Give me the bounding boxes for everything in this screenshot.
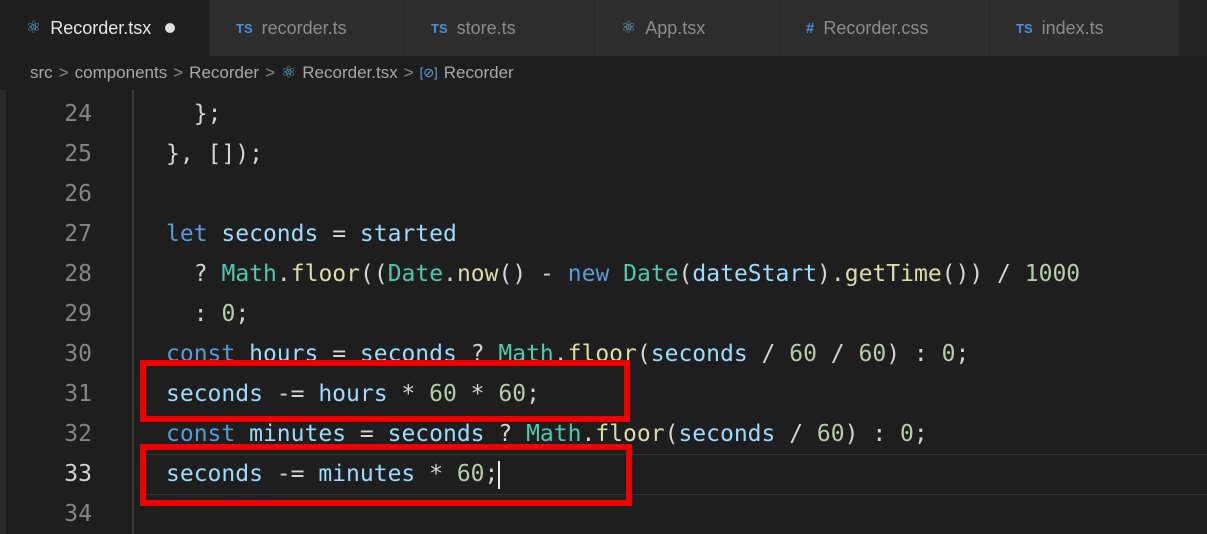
code-line[interactable]: 29 : 0; [0, 294, 1207, 334]
code-line[interactable]: 26 [0, 174, 1207, 214]
tab-app-tsx[interactable]: ⚛ App.tsx [595, 0, 780, 56]
tab-label: Recorder.tsx [50, 17, 152, 38]
react-icon: ⚛ [621, 18, 637, 37]
code-text: : 0; [193, 301, 250, 327]
css-icon: # [806, 19, 815, 37]
unsaved-dot-icon[interactable] [165, 23, 176, 33]
code-text: }, []); [166, 141, 263, 167]
breadcrumb-separator: > [403, 63, 414, 82]
line-number: 32 [64, 421, 92, 447]
react-icon: ⚛ [26, 18, 42, 37]
breadcrumb-components[interactable]: components [75, 63, 168, 83]
tab-recorder-tsx[interactable]: ⚛ Recorder.tsx [0, 0, 210, 56]
breadcrumb-separator: > [265, 63, 276, 82]
tab-recorder-ts[interactable]: TS recorder.ts [210, 0, 405, 56]
typescript-icon: TS [236, 20, 253, 36]
highlight-box-2 [140, 444, 632, 506]
code-text: let seconds = started [166, 221, 457, 247]
code-text: }; [193, 101, 222, 127]
editor-tab-bar: ⚛ Recorder.tsx TS recorder.ts TS store.ts ⚛ App… [0, 0, 1207, 56]
code-line[interactable]: 28 ? Math.floor((Date.now() - new Date(da… [0, 254, 1207, 294]
line-number: 25 [64, 141, 92, 167]
tab-label: index.ts [1041, 17, 1104, 38]
tab-label: store.ts [456, 17, 516, 38]
typescript-icon: TS [1016, 20, 1033, 36]
tab-store-ts[interactable]: TS store.ts [405, 0, 595, 56]
line-number: 31 [64, 381, 92, 407]
tab-label: recorder.ts [261, 17, 347, 38]
breadcrumb-src[interactable]: src [30, 63, 53, 83]
breadcrumb-separator: > [58, 63, 69, 82]
line-number: 33 [64, 461, 92, 487]
breadcrumb-file[interactable]: Recorder.tsx [302, 63, 397, 83]
tab-label: Recorder.css [823, 17, 929, 38]
breadcrumb-recorder-folder[interactable]: Recorder [189, 63, 259, 83]
breadcrumb-symbol[interactable]: Recorder [444, 63, 514, 83]
code-line[interactable]: 24}; [0, 94, 1207, 134]
code-text: ? Math.floor((Date.now() - new Date(date… [193, 261, 1081, 287]
react-icon: ⚛ [281, 63, 297, 82]
line-number: 28 [64, 261, 92, 287]
line-number: 27 [64, 221, 92, 247]
breadcrumb-separator: > [173, 63, 184, 82]
code-line[interactable]: 27 let seconds = started [0, 214, 1207, 254]
tab-label: App.tsx [645, 17, 706, 38]
line-number: 26 [64, 181, 92, 207]
code-editor[interactable]: 24}; 25 }, []); 26 27 let seconds = started 28… [0, 90, 1207, 534]
symbol-variable-icon: [⊘] [419, 65, 438, 80]
code-line[interactable]: 25 }, []); [0, 134, 1207, 174]
tab-index-ts[interactable]: TS index.ts [990, 0, 1180, 56]
highlight-box-1 [140, 360, 630, 422]
line-number: 24 [64, 101, 92, 127]
typescript-icon: TS [431, 20, 448, 36]
line-number: 30 [64, 341, 92, 367]
breadcrumb: src > components > Recorder > ⚛ Recorder… [0, 56, 1207, 90]
tab-recorder-css[interactable]: # Recorder.css [780, 0, 990, 56]
line-number: 29 [64, 301, 92, 327]
line-number: 34 [64, 501, 92, 527]
